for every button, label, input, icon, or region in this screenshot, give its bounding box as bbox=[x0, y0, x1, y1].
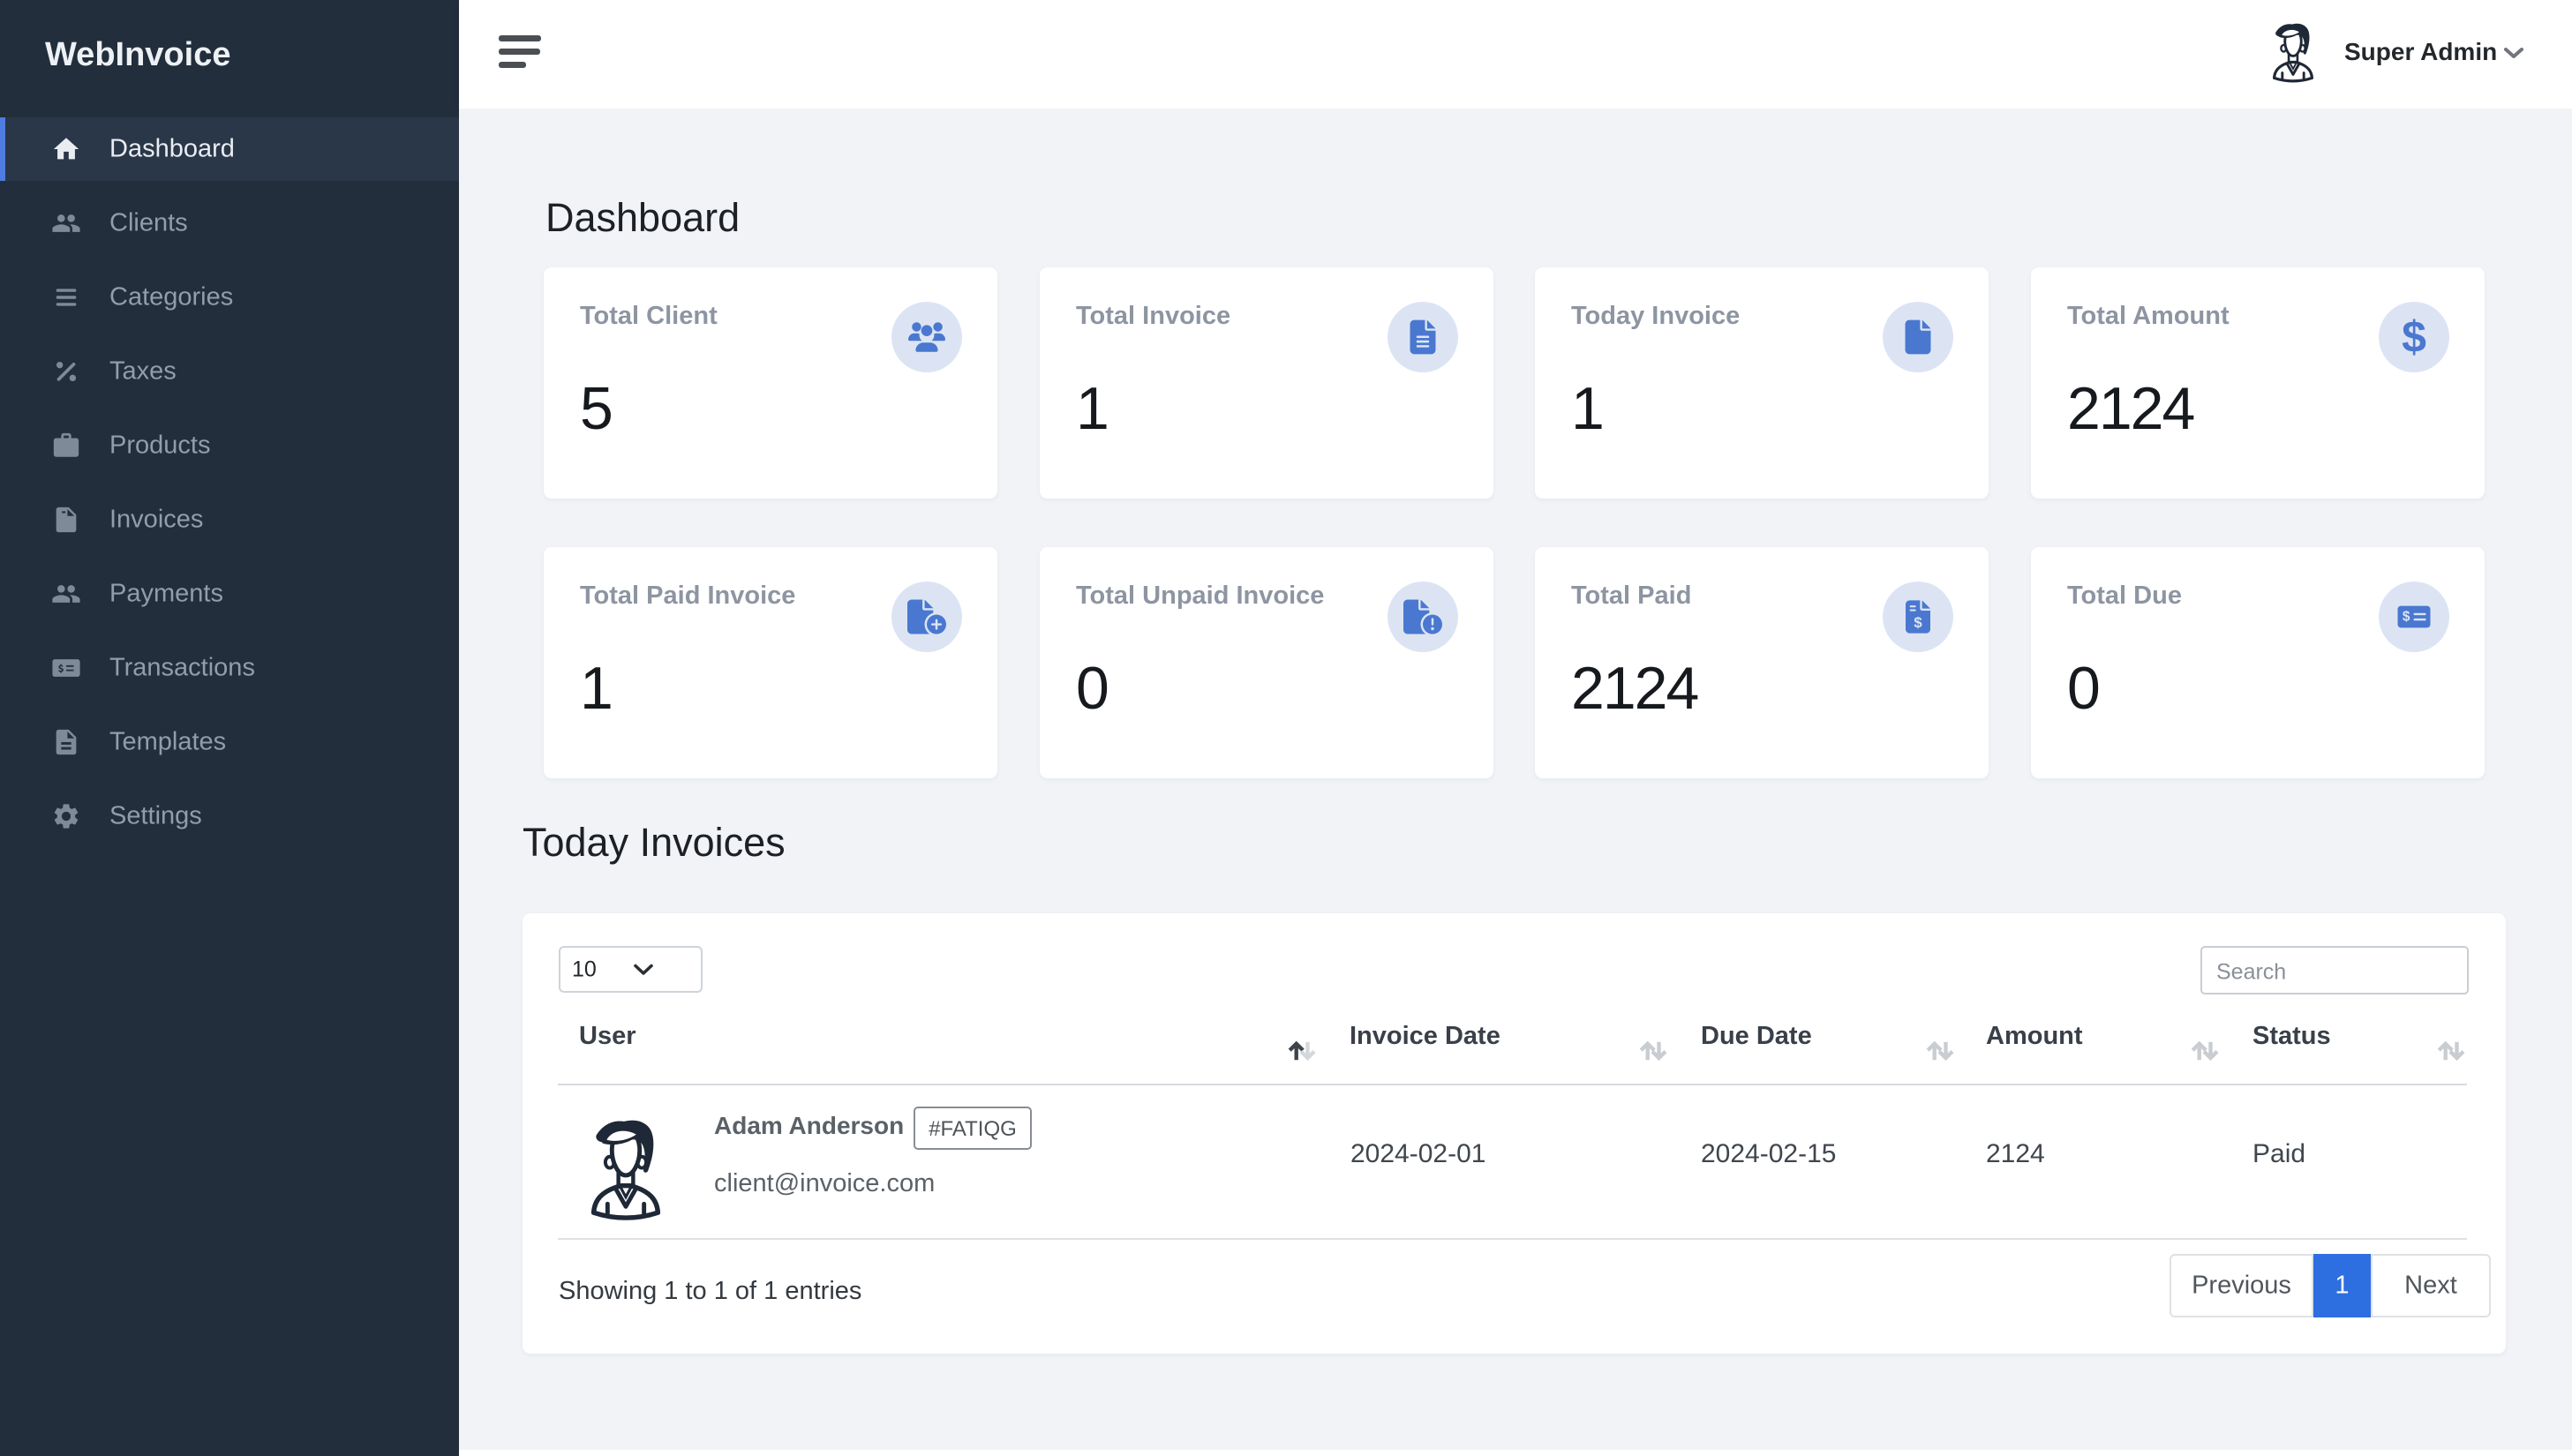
svg-text:$: $ bbox=[63, 517, 70, 530]
svg-text:$: $ bbox=[2403, 610, 2410, 625]
svg-text:$: $ bbox=[1914, 614, 1922, 631]
svg-text:$: $ bbox=[2402, 312, 2426, 362]
